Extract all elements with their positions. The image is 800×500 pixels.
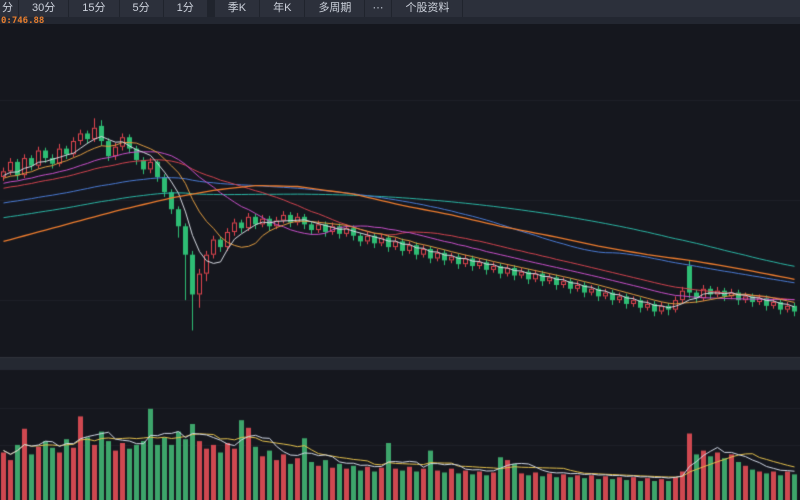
stock-chart-app: 分 30分 15分 5分 1分 季K 年K 多周期 ⋯ 个股资料 0:746.88 xyxy=(0,0,800,500)
tab-1min[interactable]: 1分 xyxy=(163,0,207,17)
tab-5min[interactable]: 5分 xyxy=(119,0,163,17)
period-toolbar: 分 30分 15分 5分 1分 季K 年K 多周期 ⋯ 个股资料 xyxy=(0,0,800,17)
tab-multi-period[interactable]: 多周期 xyxy=(305,0,365,17)
tab-60min-partial[interactable]: 分 xyxy=(0,0,18,17)
tab-stock-info[interactable]: 个股资料 xyxy=(392,0,463,17)
header-subband xyxy=(0,17,800,24)
tab-15min[interactable]: 15分 xyxy=(69,0,119,17)
ma-value-label: 0:746.88 xyxy=(1,16,45,26)
tab-quarter-k[interactable]: 季K xyxy=(214,0,260,17)
tab-30min[interactable]: 30分 xyxy=(19,0,69,17)
kline-chart-canvas[interactable] xyxy=(0,24,800,500)
toolbar-filler xyxy=(463,0,800,17)
tab-year-k[interactable]: 年K xyxy=(260,0,305,17)
tab-more[interactable]: ⋯ xyxy=(365,0,392,17)
